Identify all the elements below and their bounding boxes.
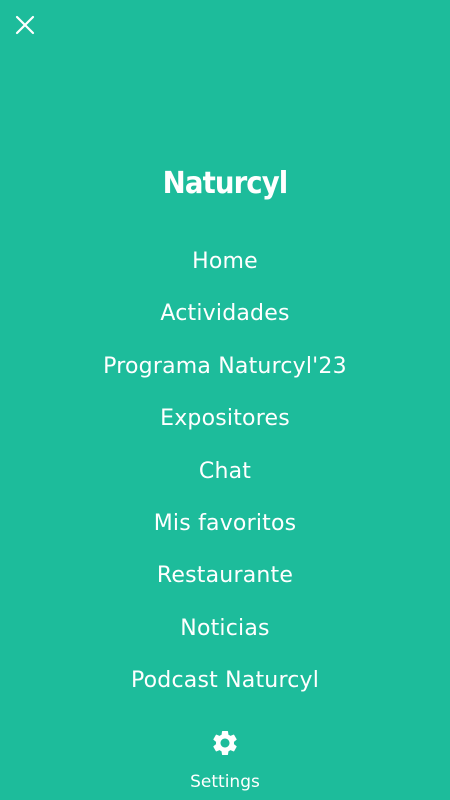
menu-item-podcast[interactable]: Podcast Naturcyl	[0, 663, 450, 715]
menu-item-mis-favoritos[interactable]: Mis favoritos	[0, 506, 450, 558]
brand-title: Naturcyl	[162, 166, 289, 201]
close-icon	[15, 15, 35, 35]
gear-icon	[213, 731, 237, 755]
menu-item-actividades[interactable]: Actividades	[0, 296, 450, 348]
menu-item-expositores[interactable]: Expositores	[0, 401, 450, 453]
menu-item-home[interactable]: Home	[0, 244, 450, 296]
menu-item-restaurante[interactable]: Restaurante	[0, 558, 450, 610]
navigation-menu: Home Actividades Programa Naturcyl'23 Ex…	[0, 244, 450, 716]
menu-item-chat[interactable]: Chat	[0, 454, 450, 506]
settings-label: Settings	[190, 772, 260, 792]
close-button[interactable]	[13, 13, 37, 37]
settings-button[interactable]: Settings	[0, 728, 450, 792]
menu-item-noticias[interactable]: Noticias	[0, 611, 450, 663]
menu-item-programa[interactable]: Programa Naturcyl'23	[0, 349, 450, 401]
